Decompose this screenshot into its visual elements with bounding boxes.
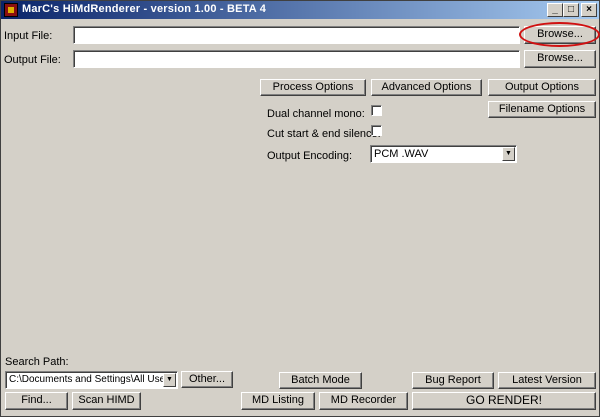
output-file-field[interactable] xyxy=(73,50,520,68)
filename-options-button[interactable]: Filename Options xyxy=(488,101,596,118)
chevron-down-icon[interactable]: ▼ xyxy=(502,147,515,161)
chevron-down-icon[interactable]: ▼ xyxy=(163,373,176,387)
dual-mono-label: Dual channel mono: xyxy=(267,108,365,120)
latest-version-button[interactable]: Latest Version xyxy=(498,372,596,389)
go-render-button[interactable]: GO RENDER! xyxy=(412,392,596,410)
window-title: MarC's HiMdRenderer - version 1.00 - BET… xyxy=(22,3,267,15)
bug-report-button[interactable]: Bug Report xyxy=(412,372,494,389)
input-file-field[interactable] xyxy=(73,26,520,44)
app-window: MarC's HiMdRenderer - version 1.00 - BET… xyxy=(0,0,600,417)
cut-silence-label: Cut start & end silence: xyxy=(267,128,381,140)
output-encoding-label: Output Encoding: xyxy=(267,150,353,162)
find-button[interactable]: Find... xyxy=(5,392,68,410)
cut-silence-checkbox[interactable] xyxy=(371,125,382,136)
search-path-value: C:\Documents and Settings\All Users\S xyxy=(9,374,165,385)
scan-himd-button[interactable]: Scan HIMD xyxy=(72,392,141,410)
output-file-label: Output File: xyxy=(4,54,61,66)
batch-mode-button[interactable]: Batch Mode xyxy=(279,372,362,389)
close-button[interactable]: × xyxy=(581,3,597,17)
search-path-select[interactable]: C:\Documents and Settings\All Users\S ▼ xyxy=(5,371,178,389)
dual-mono-checkbox[interactable] xyxy=(371,105,382,116)
md-recorder-button[interactable]: MD Recorder xyxy=(319,392,408,410)
minimize-button[interactable]: _ xyxy=(547,3,563,17)
app-icon[interactable] xyxy=(4,3,18,17)
output-encoding-select[interactable]: PCM .WAV ▼ xyxy=(370,145,517,163)
process-options-button[interactable]: Process Options xyxy=(260,79,366,96)
output-encoding-value: PCM .WAV xyxy=(374,148,429,160)
title-bar[interactable]: MarC's HiMdRenderer - version 1.00 - BET… xyxy=(1,1,599,19)
output-browse-button[interactable]: Browse... xyxy=(524,50,596,68)
maximize-button[interactable]: □ xyxy=(563,3,579,17)
input-file-label: Input File: xyxy=(4,30,53,42)
other-path-button[interactable]: Other... xyxy=(181,371,233,388)
search-path-label: Search Path: xyxy=(5,356,69,368)
md-listing-button[interactable]: MD Listing xyxy=(241,392,315,410)
highlight-circle xyxy=(519,22,600,47)
advanced-options-button[interactable]: Advanced Options xyxy=(371,79,482,96)
output-options-button[interactable]: Output Options xyxy=(488,79,596,96)
